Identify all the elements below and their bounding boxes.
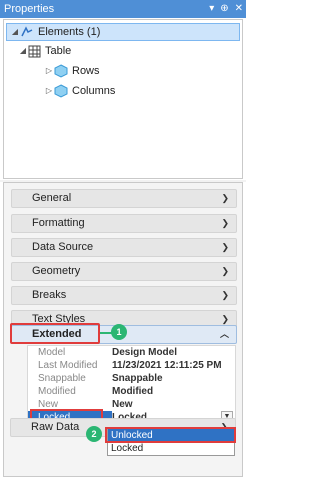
section-data-source[interactable]: Data Source ❯ — [11, 238, 237, 257]
pin-icon[interactable]: ⊕ — [220, 0, 228, 18]
extended-highlight-box — [10, 323, 100, 344]
dropdown-arrow-icon[interactable]: ▾ — [209, 0, 214, 18]
section-formatting[interactable]: Formatting ❯ — [11, 214, 237, 233]
collapse-caret-icon[interactable]: ◢ — [10, 23, 20, 41]
section-geometry[interactable]: Geometry ❯ — [11, 262, 237, 281]
expand-caret-icon[interactable]: ▷ — [44, 62, 54, 80]
titlebar-controls[interactable]: ▾ ⊕ ✕ — [209, 0, 243, 18]
rows-icon — [54, 64, 68, 78]
close-icon[interactable]: ✕ — [235, 0, 243, 18]
section-label: Data Source — [32, 241, 94, 253]
prop-value: Snappable — [112, 373, 163, 384]
tree-label-elements: Elements (1) — [38, 26, 101, 38]
prop-key: Modified — [38, 386, 76, 397]
panel-title: Properties — [4, 3, 55, 15]
section-breaks[interactable]: Breaks ❯ — [11, 286, 237, 305]
section-label: Breaks — [32, 289, 67, 301]
prop-value: Modified — [112, 386, 154, 397]
prop-row-last-modified[interactable]: Last Modified 11/23/2021 12:11:25 PM — [28, 359, 235, 372]
tree-item-table[interactable]: ◢ Table — [18, 42, 71, 60]
section-label: Geometry — [32, 265, 81, 277]
prop-row-modified[interactable]: Modified Modified — [28, 385, 235, 398]
panel-titlebar: Properties ▾ ⊕ ✕ — [0, 0, 246, 18]
prop-value: New — [112, 399, 133, 410]
prop-value: Design Model — [112, 347, 178, 358]
callout-badge-2: 2 — [86, 426, 102, 442]
elements-icon — [21, 26, 33, 37]
prop-row-snappable[interactable]: Snappable Snappable — [28, 372, 235, 385]
prop-key: Model — [38, 347, 66, 358]
unlocked-highlight-box — [105, 427, 236, 443]
callout-badge-1: 1 — [111, 324, 127, 340]
prop-key: Snappable — [38, 373, 86, 384]
table-icon — [28, 45, 41, 57]
tree-item-rows[interactable]: ▷ Rows — [44, 62, 100, 80]
chevron-down-icon: ❯ — [221, 242, 229, 252]
chevron-down-icon: ❯ — [221, 218, 229, 228]
tree-label-rows: Rows — [72, 65, 100, 77]
element-tree: ◢ Elements (1) ◢ Table ▷ Rows ▷ Columns — [3, 19, 243, 179]
expand-caret-icon[interactable]: ▷ — [44, 82, 54, 100]
option-locked[interactable]: Locked — [108, 442, 234, 455]
chevron-down-icon: ❯ — [221, 266, 229, 276]
prop-key: Last Modified — [38, 360, 98, 371]
tree-item-elements[interactable]: ◢ Elements (1) — [6, 23, 240, 41]
tree-label-columns: Columns — [72, 85, 116, 97]
section-label: Formatting — [32, 217, 85, 229]
section-general[interactable]: General ❯ — [11, 189, 237, 208]
prop-value: 11/23/2021 12:11:25 PM — [112, 360, 222, 371]
columns-icon — [54, 84, 68, 98]
collapse-caret-icon[interactable]: ◢ — [18, 42, 28, 60]
tree-item-columns[interactable]: ▷ Columns — [44, 82, 115, 100]
section-label: Raw Data — [31, 421, 80, 433]
chevron-down-icon: ❯ — [221, 193, 229, 203]
chevron-down-icon: ❯ — [221, 290, 229, 300]
section-label: General — [32, 192, 72, 204]
tree-label-table: Table — [45, 45, 72, 57]
chevron-up-icon: ︿ — [219, 329, 229, 339]
prop-row-model[interactable]: Model Design Model — [28, 346, 235, 359]
